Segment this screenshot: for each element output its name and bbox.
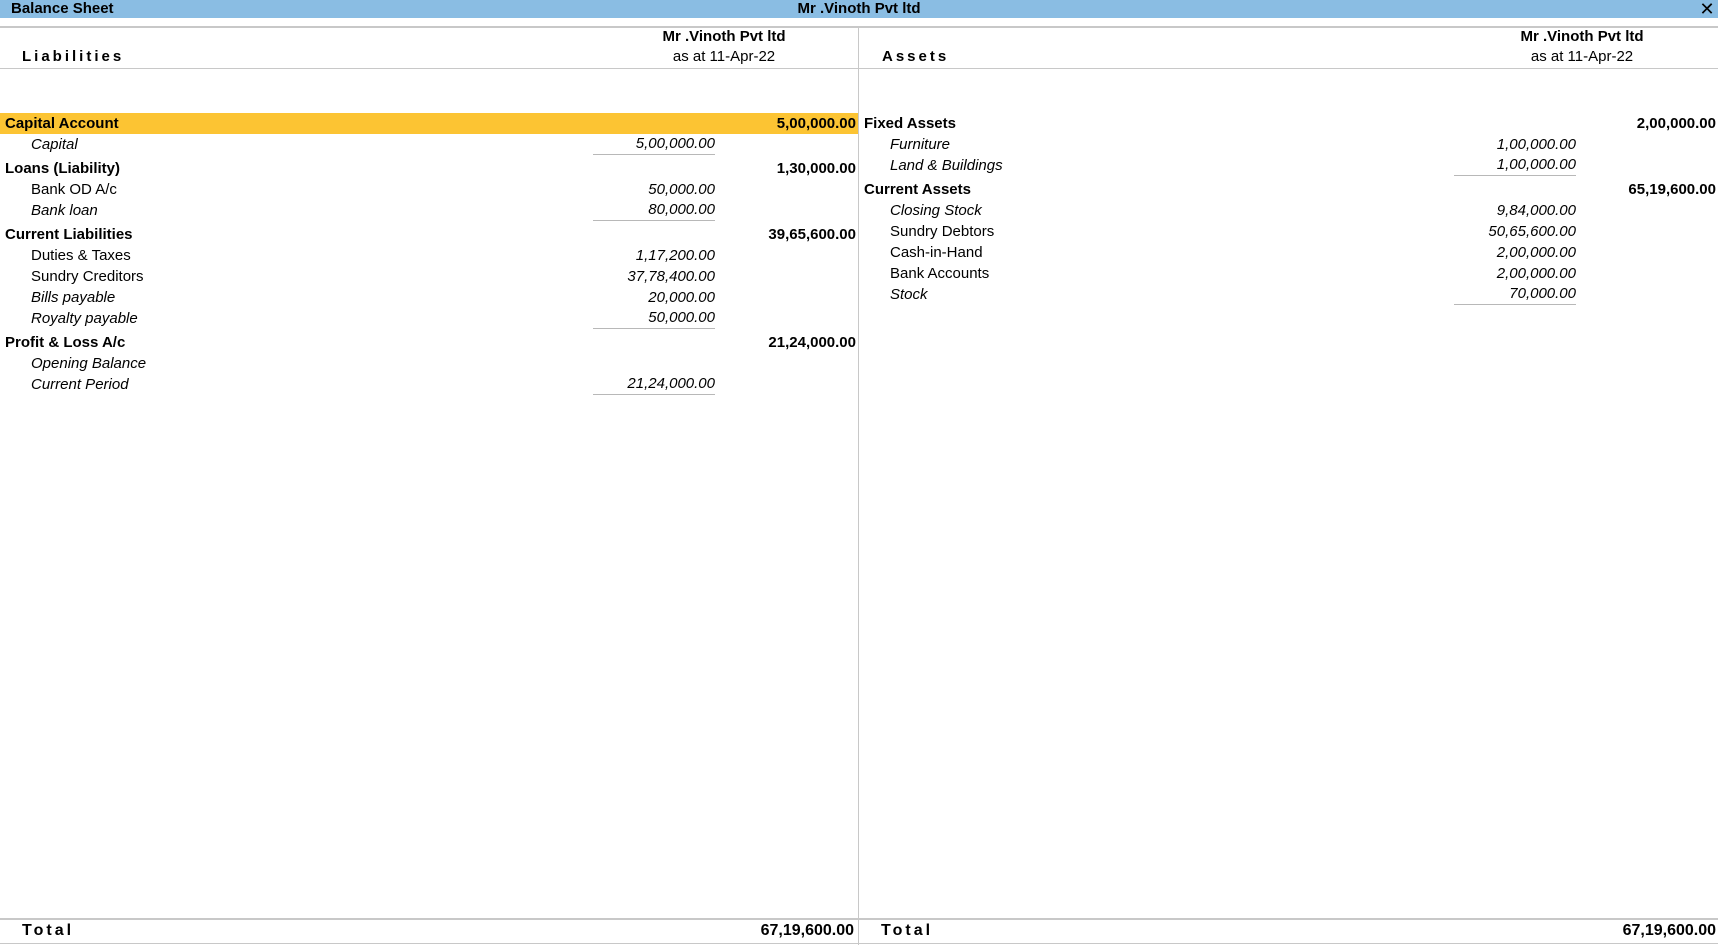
liabilities-ledger-row[interactable]: Opening Balance — [0, 353, 858, 374]
ledger-name: Bank OD A/c — [31, 181, 117, 198]
group-name: Capital Account — [5, 115, 119, 132]
ledger-amount: 37,78,400.00 — [627, 268, 715, 285]
group-amount: 1,30,000.00 — [776, 160, 856, 177]
company-title: Mr .Vinoth Pvt ltd — [797, 0, 921, 17]
liabilities-total-row: Total 67,19,600.00 — [0, 920, 858, 942]
assets-ledger-row[interactable]: Bank Accounts 2,00,000.00 — [859, 263, 1718, 284]
assets-total-amount: 67,19,600.00 — [1622, 922, 1716, 939]
ledger-amount: 70,000.00 — [1454, 284, 1576, 305]
ledger-name: Stock — [890, 286, 928, 303]
ledger-amount: 5,00,000.00 — [593, 134, 715, 155]
assets-ledger-row[interactable]: Land & Buildings 1,00,000.00 — [859, 155, 1718, 176]
ledger-name: Royalty payable — [31, 310, 138, 327]
assets-group-row[interactable]: Current Assets 65,19,600.00 — [859, 179, 1718, 200]
liabilities-company-name: Mr .Vinoth Pvt ltd — [662, 28, 786, 45]
liabilities-ledger-row[interactable]: Sundry Creditors 37,78,400.00 — [0, 266, 858, 287]
ledger-name: Duties & Taxes — [31, 247, 131, 264]
assets-group-row[interactable]: Fixed Assets 2,00,000.00 — [859, 113, 1718, 134]
group-name: Fixed Assets — [864, 115, 956, 132]
ledger-amount: 1,17,200.00 — [635, 247, 715, 264]
liabilities-ledger-row[interactable]: Duties & Taxes 1,17,200.00 — [0, 245, 858, 266]
ledger-name: Bills payable — [31, 289, 116, 306]
liabilities-heading: Liabilities — [22, 48, 125, 65]
ledger-name: Capital — [31, 136, 78, 153]
group-amount: 5,00,000.00 — [776, 115, 856, 132]
group-amount: 39,65,600.00 — [768, 226, 856, 243]
ledger-amount: 1,00,000.00 — [1496, 136, 1576, 153]
header-bottom-divider — [0, 68, 1718, 69]
group-name: Loans (Liability) — [5, 160, 121, 177]
total-bottom-divider — [0, 943, 1718, 944]
assets-ledger-row[interactable]: Furniture 1,00,000.00 — [859, 134, 1718, 155]
ledger-name: Sundry Debtors — [890, 223, 995, 240]
liabilities-group-row[interactable]: Capital Account 5,00,000.00 — [0, 113, 858, 134]
ledger-name: Land & Buildings — [890, 157, 1003, 174]
ledger-amount: 9,84,000.00 — [1496, 202, 1576, 219]
assets-ledger-row[interactable]: Closing Stock 9,84,000.00 — [859, 200, 1718, 221]
liabilities-group-row[interactable]: Current Liabilities 39,65,600.00 — [0, 224, 858, 245]
liabilities-total-amount: 67,19,600.00 — [760, 922, 854, 939]
ledger-amount: 50,000.00 — [648, 181, 715, 198]
ledger-amount: 1,00,000.00 — [1454, 155, 1576, 176]
liabilities-group-row[interactable]: Loans (Liability) 1,30,000.00 — [0, 158, 858, 179]
assets-ledger-row[interactable]: Cash-in-Hand 2,00,000.00 — [859, 242, 1718, 263]
title-bar: Balance Sheet Mr .Vinoth Pvt ltd ✕ — [0, 0, 1718, 18]
group-amount: 2,00,000.00 — [1636, 115, 1716, 132]
liabilities-ledger-row[interactable]: Bank loan 80,000.00 — [0, 200, 858, 221]
ledger-name: Sundry Creditors — [31, 268, 144, 285]
ledger-name: Bank loan — [31, 202, 98, 219]
ledger-amount: 80,000.00 — [593, 200, 715, 221]
assets-company-name: Mr .Vinoth Pvt ltd — [1520, 28, 1644, 45]
assets-ledger-row[interactable]: Sundry Debtors 50,65,600.00 — [859, 221, 1718, 242]
window-title: Balance Sheet — [11, 0, 114, 17]
liabilities-ledger-row[interactable]: Current Period 21,24,000.00 — [0, 374, 858, 395]
liabilities-total-label: Total — [22, 922, 75, 939]
ledger-amount: 21,24,000.00 — [593, 374, 715, 395]
liabilities-ledger-row[interactable]: Bills payable 20,000.00 — [0, 287, 858, 308]
liabilities-ledger-row[interactable]: Royalty payable 50,000.00 — [0, 308, 858, 329]
group-name: Profit & Loss A/c — [5, 334, 126, 351]
assets-heading: Assets — [882, 48, 950, 65]
group-name: Current Assets — [864, 181, 971, 198]
ledger-amount: 2,00,000.00 — [1496, 265, 1576, 282]
liabilities-ledger-row[interactable]: Bank OD A/c 50,000.00 — [0, 179, 858, 200]
ledger-name: Cash-in-Hand — [890, 244, 983, 261]
ledger-name: Opening Balance — [31, 355, 147, 372]
ledger-amount — [593, 353, 715, 374]
assets-total-label: Total — [881, 922, 934, 939]
liabilities-date: as at 11-Apr-22 — [672, 48, 776, 65]
group-amount: 65,19,600.00 — [1628, 181, 1716, 198]
ledger-amount: 20,000.00 — [648, 289, 715, 306]
close-icon[interactable]: ✕ — [1698, 0, 1716, 18]
ledger-name: Furniture — [890, 136, 951, 153]
group-name: Current Liabilities — [5, 226, 133, 243]
assets-total-row: Total 67,19,600.00 — [859, 920, 1718, 942]
assets-date: as at 11-Apr-22 — [1530, 48, 1634, 65]
ledger-amount: 2,00,000.00 — [1496, 244, 1576, 261]
liabilities-ledger-row[interactable]: Capital 5,00,000.00 — [0, 134, 858, 155]
ledger-amount: 50,65,600.00 — [1488, 223, 1576, 240]
assets-ledger-row[interactable]: Stock 70,000.00 — [859, 284, 1718, 305]
ledger-name: Bank Accounts — [890, 265, 990, 282]
ledger-name: Closing Stock — [890, 202, 982, 219]
header-top-divider — [0, 26, 1718, 28]
ledger-name: Current Period — [31, 376, 129, 393]
ledger-amount: 50,000.00 — [593, 308, 715, 329]
group-amount: 21,24,000.00 — [768, 334, 856, 351]
liabilities-group-row[interactable]: Profit & Loss A/c 21,24,000.00 — [0, 332, 858, 353]
